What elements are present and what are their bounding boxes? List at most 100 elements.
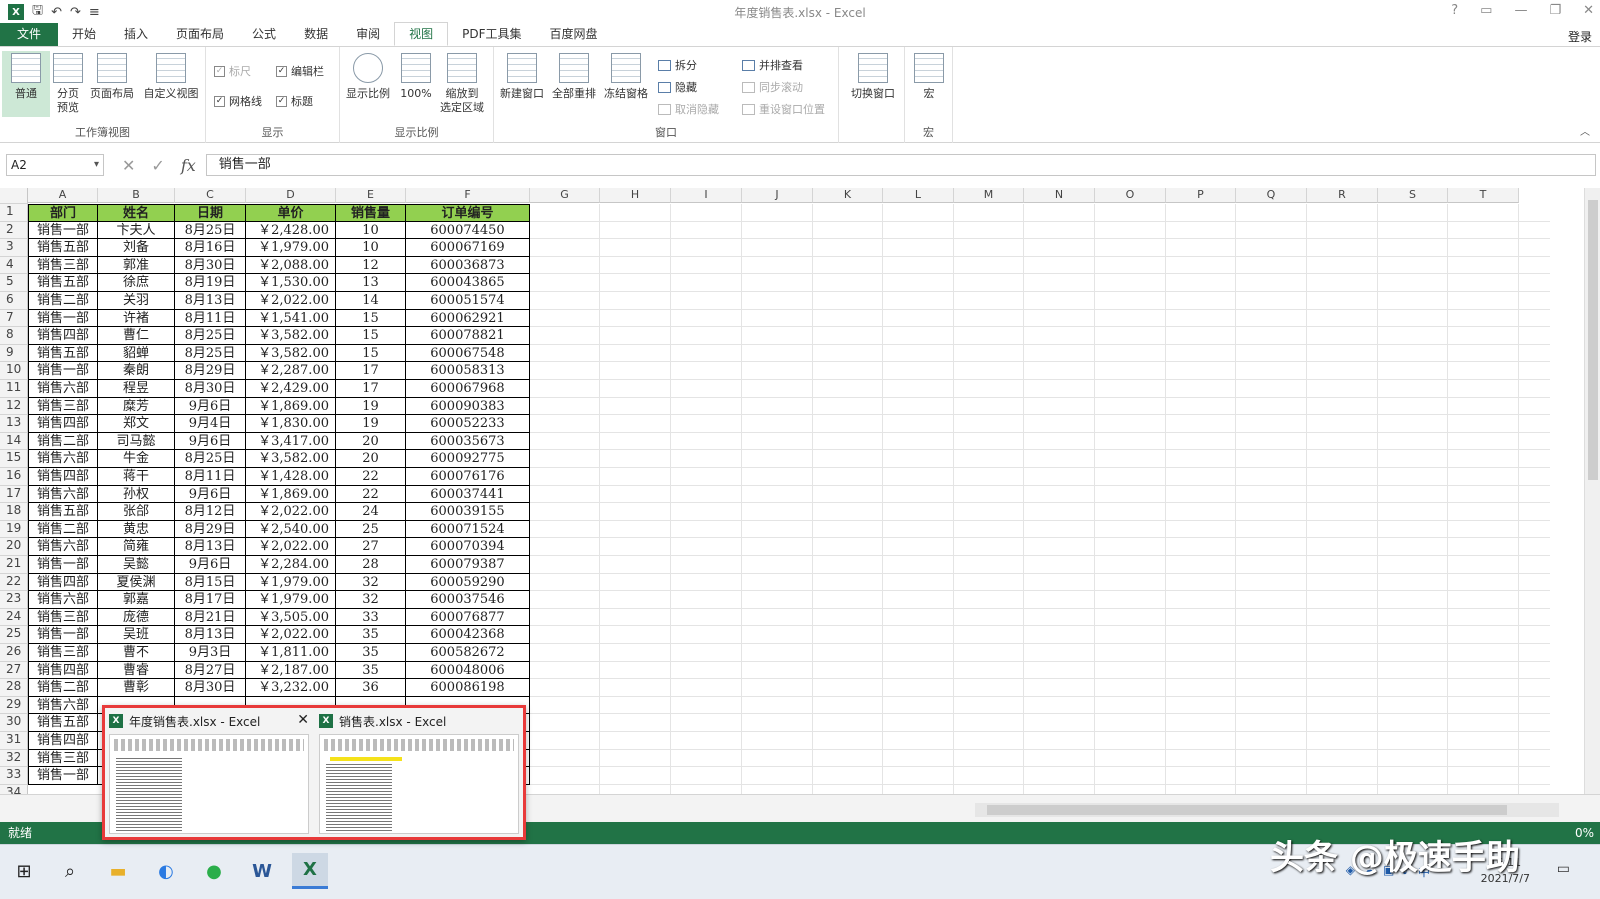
tab-formulas[interactable]: 公式 xyxy=(238,23,290,46)
table-cell[interactable]: 8月17日 xyxy=(175,591,246,609)
table-cell[interactable]: ￥2,287.00 xyxy=(246,362,336,380)
table-cell[interactable]: 20 xyxy=(336,450,406,468)
normal-view-button[interactable]: 普通 xyxy=(2,51,50,117)
table-cell[interactable]: 9月4日 xyxy=(175,415,246,433)
row-header[interactable]: 19 xyxy=(0,520,28,539)
table-cell[interactable]: 郭嘉 xyxy=(98,591,175,609)
tab-file[interactable]: 文件 xyxy=(0,23,58,46)
table-cell[interactable]: ￥3,582.00 xyxy=(246,327,336,345)
row-header[interactable]: 21 xyxy=(0,556,28,574)
table-cell[interactable]: 8月27日 xyxy=(175,661,246,680)
table-cell[interactable]: 销售四部 xyxy=(28,327,98,345)
table-cell[interactable]: 卞夫人 xyxy=(98,221,175,240)
table-cell[interactable]: 销售三部 xyxy=(28,608,98,627)
row-header[interactable]: 33 xyxy=(0,767,28,785)
row-header[interactable]: 30 xyxy=(0,714,28,732)
table-cell[interactable]: 600079387 xyxy=(406,556,530,574)
table-cell[interactable]: ￥3,582.00 xyxy=(246,344,336,363)
table-cell[interactable]: 600043865 xyxy=(406,274,530,292)
column-header[interactable]: N xyxy=(1024,188,1095,203)
row-header[interactable]: 17 xyxy=(0,485,28,504)
row-header[interactable]: 15 xyxy=(0,450,28,468)
table-cell[interactable]: 销售一部 xyxy=(28,626,98,644)
table-cell[interactable]: 8月25日 xyxy=(175,327,246,345)
row-header[interactable]: 18 xyxy=(0,503,28,521)
table-cell[interactable]: ￥3,582.00 xyxy=(246,450,336,468)
tab-page-layout[interactable]: 页面布局 xyxy=(162,23,238,46)
word-icon[interactable]: W xyxy=(244,853,280,889)
table-cell[interactable]: 600037441 xyxy=(406,485,530,504)
table-cell[interactable]: 600048006 xyxy=(406,661,530,680)
table-cell[interactable]: ￥2,284.00 xyxy=(246,556,336,574)
table-cell[interactable]: 35 xyxy=(336,626,406,644)
table-cell[interactable]: 秦朗 xyxy=(98,362,175,380)
zoom-100-button[interactable]: 100% xyxy=(392,53,440,101)
table-cell[interactable]: 8月16日 xyxy=(175,239,246,257)
table-cell[interactable]: 销售五部 xyxy=(28,714,98,732)
table-cell[interactable]: ￥1,811.00 xyxy=(246,644,336,662)
table-cell[interactable]: 销售五部 xyxy=(28,274,98,292)
table-cell[interactable]: 销售三部 xyxy=(28,256,98,275)
table-cell[interactable]: 简雍 xyxy=(98,538,175,556)
table-cell[interactable]: 32 xyxy=(336,591,406,609)
column-header[interactable]: D xyxy=(246,188,336,203)
row-header[interactable]: 5 xyxy=(0,274,28,292)
ribbon-display-icon[interactable]: ▭ xyxy=(1480,3,1492,18)
table-cell[interactable]: 销售三部 xyxy=(28,749,98,768)
table-cell[interactable]: ￥1,830.00 xyxy=(246,415,336,433)
column-header[interactable]: M xyxy=(954,188,1024,203)
zoom-to-selection-button[interactable]: 缩放到 选定区域 xyxy=(438,53,486,115)
table-cell[interactable]: 10 xyxy=(336,221,406,240)
table-cell[interactable]: 600062921 xyxy=(406,309,530,328)
table-cell[interactable]: 销售五部 xyxy=(28,239,98,257)
table-cell[interactable]: 销售六部 xyxy=(28,380,98,398)
row-header[interactable]: 26 xyxy=(0,644,28,662)
table-cell[interactable]: 司马懿 xyxy=(98,432,175,451)
table-cell[interactable]: 销售二部 xyxy=(28,679,98,697)
table-cell[interactable]: ￥2,540.00 xyxy=(246,520,336,539)
row-header[interactable]: 12 xyxy=(0,397,28,416)
table-cell[interactable]: 600078821 xyxy=(406,327,530,345)
table-cell[interactable]: 曹睿 xyxy=(98,661,175,680)
table-cell[interactable]: 35 xyxy=(336,644,406,662)
table-cell[interactable]: 销售五部 xyxy=(28,344,98,363)
table-cell[interactable]: 曹彰 xyxy=(98,679,175,697)
table-cell[interactable]: 20 xyxy=(336,432,406,451)
table-cell[interactable]: ￥3,232.00 xyxy=(246,679,336,697)
minimize-button[interactable]: — xyxy=(1514,3,1527,18)
table-cell[interactable]: ￥1,979.00 xyxy=(246,239,336,257)
column-header[interactable]: R xyxy=(1307,188,1378,203)
cancel-icon[interactable]: ✕ xyxy=(122,156,135,175)
table-cell[interactable]: 徐庶 xyxy=(98,274,175,292)
restore-button[interactable]: ❐ xyxy=(1549,3,1561,18)
table-cell[interactable]: 600059290 xyxy=(406,573,530,592)
table-cell[interactable]: 600076877 xyxy=(406,608,530,627)
table-cell[interactable]: 许褚 xyxy=(98,309,175,328)
row-header[interactable]: 14 xyxy=(0,432,28,451)
table-cell[interactable]: 36 xyxy=(336,679,406,697)
table-cell[interactable]: 8月29日 xyxy=(175,520,246,539)
table-cell[interactable]: 关羽 xyxy=(98,292,175,310)
table-cell[interactable]: 销售一部 xyxy=(28,221,98,240)
table-cell[interactable]: 8月29日 xyxy=(175,362,246,380)
table-cell[interactable]: 14 xyxy=(336,292,406,310)
table-cell[interactable]: 600036873 xyxy=(406,256,530,275)
column-header[interactable]: F xyxy=(406,188,530,203)
row-header[interactable]: 8 xyxy=(0,327,28,345)
table-cell[interactable]: 600076176 xyxy=(406,468,530,486)
table-cell[interactable]: 600086198 xyxy=(406,679,530,697)
table-cell[interactable]: 19 xyxy=(336,397,406,416)
table-cell[interactable]: 销售六部 xyxy=(28,696,98,715)
tab-baidu-netdisk[interactable]: 百度网盘 xyxy=(536,23,612,46)
row-header[interactable]: 3 xyxy=(0,239,28,257)
column-header[interactable]: H xyxy=(600,188,671,203)
headings-checkbox[interactable]: ✓ 标题 xyxy=(276,93,313,109)
table-cell[interactable]: 曹不 xyxy=(98,644,175,662)
column-header[interactable]: G xyxy=(530,188,600,203)
table-cell[interactable]: 吴班 xyxy=(98,626,175,644)
arrange-all-button[interactable]: 全部重排 xyxy=(550,53,598,101)
redo-icon[interactable]: ↷ xyxy=(70,5,81,20)
table-cell[interactable]: 8月11日 xyxy=(175,468,246,486)
row-header[interactable]: 29 xyxy=(0,696,28,715)
table-cell[interactable]: 13 xyxy=(336,274,406,292)
